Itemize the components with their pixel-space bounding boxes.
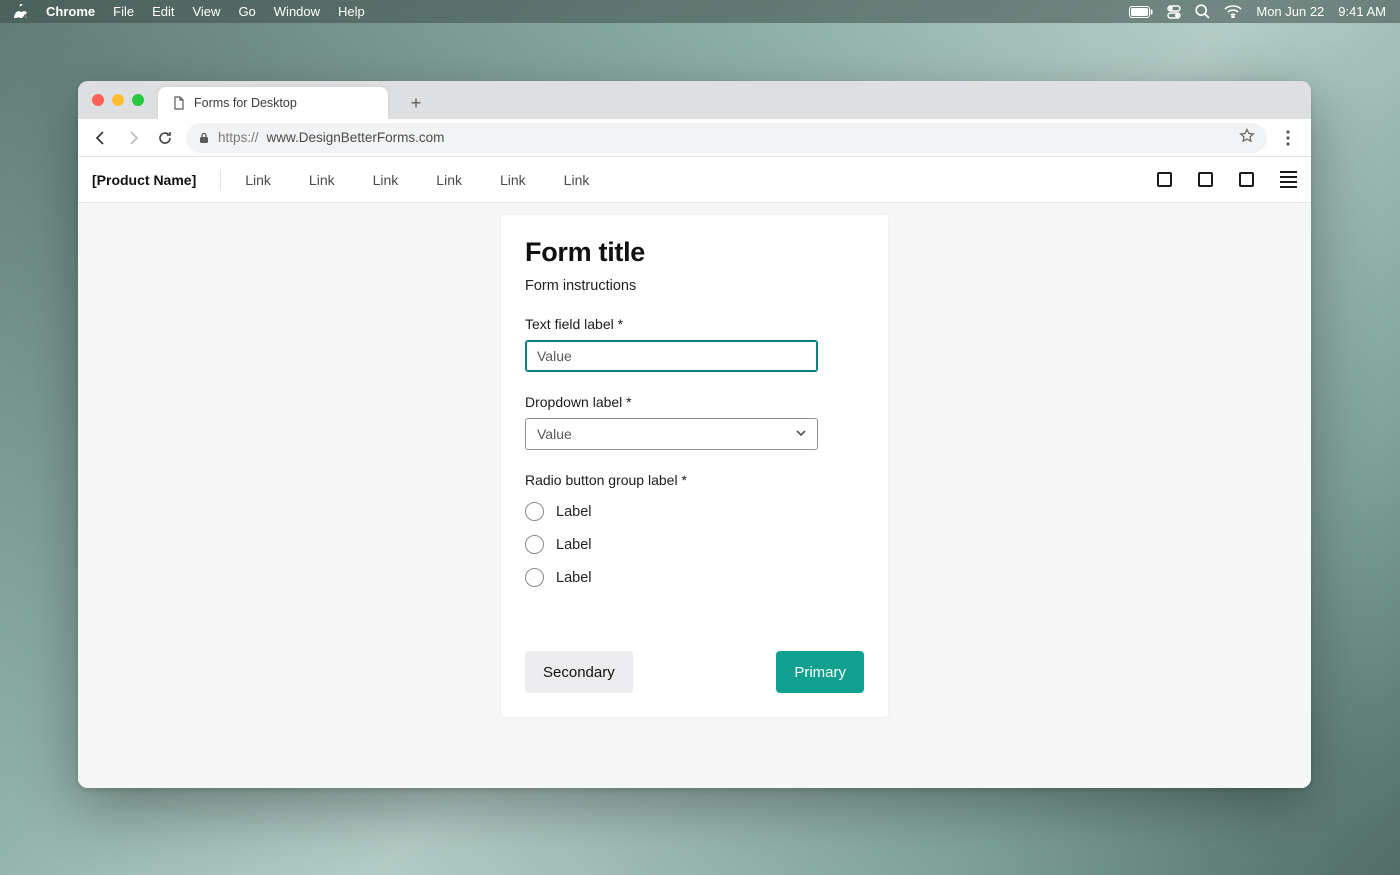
window-close-button[interactable] [92,94,104,106]
nav-link[interactable]: Link [309,172,335,188]
nav-link[interactable]: Link [564,172,590,188]
radio-label: Label [556,570,591,586]
nav-link[interactable]: Link [245,172,271,188]
window-controls [92,94,144,106]
app-navbar: [Product Name] Link Link Link Link Link … [78,157,1311,203]
form-actions: Secondary Primary [525,651,864,693]
wifi-icon[interactable] [1224,5,1242,18]
text-field-input[interactable]: Value [525,340,818,372]
document-icon [172,96,186,110]
menubar-item-go[interactable]: Go [238,4,255,19]
battery-icon[interactable] [1129,6,1153,18]
nav-links: Link Link Link Link Link Link [245,172,589,188]
menubar-app-name[interactable]: Chrome [46,4,95,19]
radio-label: Label [556,504,591,520]
address-bar[interactable]: https:// www.DesignBetterForms.com [186,123,1267,153]
search-icon[interactable] [1195,4,1210,19]
back-button[interactable] [90,127,112,149]
radio-group: Radio button group label * Label Label L… [525,472,864,587]
menubar-item-help[interactable]: Help [338,4,365,19]
tab-title: Forms for Desktop [194,96,297,110]
appbar-square-icon[interactable] [1239,172,1254,187]
page-content: Form title Form instructions Text field … [78,203,1311,788]
menubar-item-window[interactable]: Window [274,4,320,19]
macos-menubar: Chrome File Edit View Go Window Help Mon… [0,0,1400,23]
menubar-item-edit[interactable]: Edit [152,4,174,19]
radio-group-label: Radio button group label * [525,472,864,488]
page: [Product Name] Link Link Link Link Link … [78,157,1311,788]
radio-icon [525,568,544,587]
appbar-square-icon[interactable] [1198,172,1213,187]
menubar-date[interactable]: Mon Jun 22 [1256,4,1324,19]
hamburger-menu-icon[interactable] [1280,171,1297,188]
nav-link[interactable]: Link [373,172,399,188]
new-tab-button[interactable]: + [402,89,430,117]
text-field-group: Text field label * Value [525,316,864,372]
menubar-item-file[interactable]: File [113,4,134,19]
appbar-square-icon[interactable] [1157,172,1172,187]
url-host: www.DesignBetterForms.com [267,130,445,145]
form-instructions: Form instructions [525,278,864,294]
form-title: Form title [525,237,864,268]
browser-window: Forms for Desktop + https:// www.DesignB… [78,81,1311,788]
nav-link[interactable]: Link [436,172,462,188]
nav-link[interactable]: Link [500,172,526,188]
browser-tabstrip: Forms for Desktop + [78,81,1311,119]
chevron-down-icon [795,426,807,442]
lock-icon [198,132,210,144]
radio-icon [525,502,544,521]
browser-toolbar: https:// www.DesignBetterForms.com [78,119,1311,157]
radio-option[interactable]: Label [525,502,864,521]
radio-option[interactable]: Label [525,568,864,587]
apple-icon[interactable] [14,4,28,20]
text-field-value: Value [537,348,572,364]
control-center-icon[interactable] [1167,5,1181,19]
text-field-label: Text field label * [525,316,864,332]
forward-button[interactable] [122,127,144,149]
menubar-item-view[interactable]: View [192,4,220,19]
browser-tab[interactable]: Forms for Desktop [158,87,388,119]
window-zoom-button[interactable] [132,94,144,106]
product-name: [Product Name] [92,172,220,188]
radio-label: Label [556,537,591,553]
dropdown-label: Dropdown label * [525,394,864,410]
radio-icon [525,535,544,554]
divider [220,169,221,191]
reload-button[interactable] [154,127,176,149]
dropdown-group: Dropdown label * Value [525,394,864,450]
browser-menu-button[interactable] [1277,127,1299,149]
primary-button[interactable]: Primary [776,651,864,693]
menubar-time[interactable]: 9:41 AM [1338,4,1386,19]
dropdown-select[interactable]: Value [525,418,818,450]
form-card: Form title Form instructions Text field … [501,215,888,717]
radio-option[interactable]: Label [525,535,864,554]
dropdown-value: Value [537,426,572,442]
url-protocol: https:// [218,130,259,145]
window-minimize-button[interactable] [112,94,124,106]
secondary-button[interactable]: Secondary [525,651,633,693]
bookmark-star-icon[interactable] [1239,128,1255,147]
